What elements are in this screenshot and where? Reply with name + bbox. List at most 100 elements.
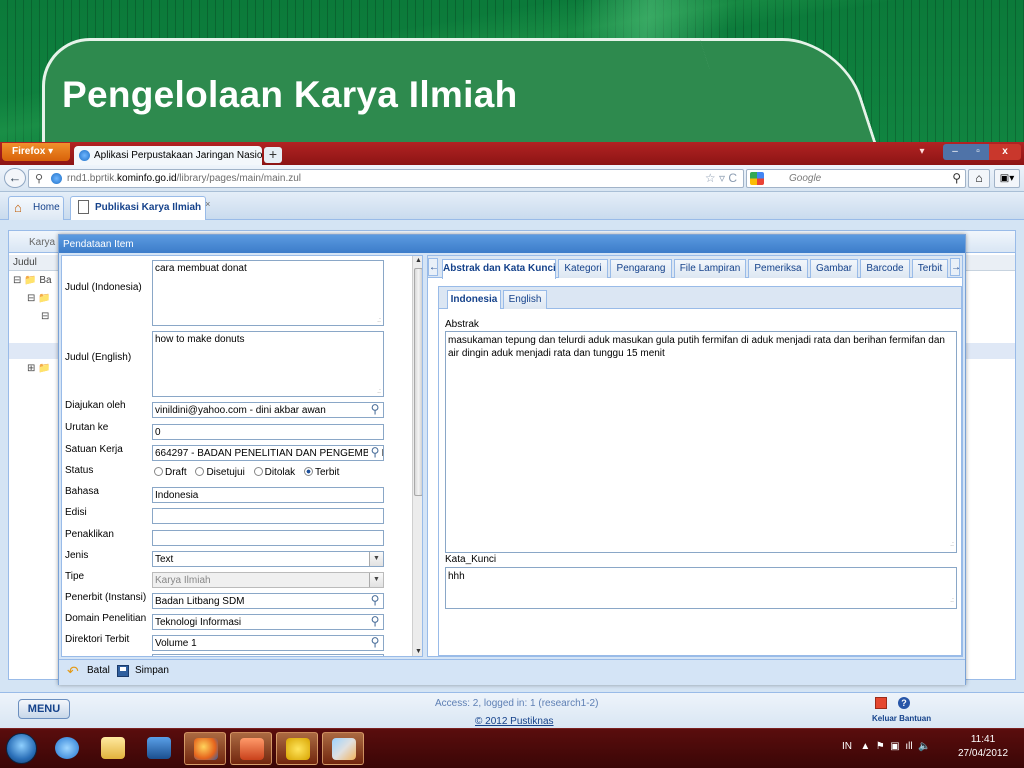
new-tab-button[interactable]: + (264, 147, 282, 163)
radio-disetujui[interactable] (195, 467, 205, 476)
bahasa-input[interactable]: Indonesia (152, 487, 384, 503)
search-icon[interactable]: ⚲ (952, 171, 961, 185)
browser-tab[interactable]: Aplikasi Perpustakaan Jaringan Nasional … (74, 146, 262, 165)
search-input[interactable]: Google ⚲ (746, 169, 966, 188)
judul-indonesia-input[interactable]: cara membuat donat.: (152, 260, 384, 326)
tab-pemeriksa[interactable]: Pemeriksa (748, 259, 808, 278)
tab-home[interactable]: ⌂ Home (8, 196, 64, 220)
bookmark-star-icon[interactable]: ☆ ▿ C (705, 171, 737, 185)
clock-time[interactable]: 11:41 (958, 734, 1008, 745)
tree-node[interactable]: ⊟ 📁 (27, 293, 51, 304)
dialog-footer: ↶ Batal Simpan (59, 659, 965, 685)
field-label: Bahasa (65, 486, 99, 497)
pendataan-item-dialog: Pendataan Item Judul (Indonesia) cara me… (58, 234, 966, 685)
clock-date[interactable]: 27/04/2012 (958, 748, 1008, 759)
minimize-button[interactable]: – (943, 144, 967, 160)
tab-scroll-right-icon[interactable]: → (950, 258, 961, 276)
bookmarks-menu-button[interactable]: ▣▾ (994, 169, 1020, 188)
tab-pengarang[interactable]: Pengarang (610, 259, 672, 278)
resize-grip-icon[interactable]: .: (950, 594, 954, 607)
home-button[interactable]: ⌂ (968, 169, 990, 188)
firefox-menu-button[interactable]: Firefox ▾ (2, 143, 70, 161)
detail-tab-bar: ← Abstrak dan Kata Kunci Kategori Pengar… (428, 256, 962, 279)
penaklikan-input[interactable] (152, 530, 384, 546)
maximize-button[interactable]: ▫ (967, 144, 989, 160)
batal-button[interactable]: ↶ Batal (67, 664, 110, 678)
lookup-search-icon[interactable]: ⚲ (368, 615, 382, 629)
tab-file-lampiran[interactable]: File Lampiran (674, 259, 746, 278)
form-panel: Judul (Indonesia) cara membuat donat.: J… (61, 255, 423, 657)
taskbar-firefox[interactable] (184, 732, 226, 765)
copyright-link[interactable]: © 2012 Pustiknas (475, 716, 554, 727)
tab-indonesia[interactable]: Indonesia (447, 290, 501, 309)
resize-grip-icon[interactable]: .: (377, 317, 381, 324)
language-tab-bar: Indonesia English (439, 287, 961, 309)
next-field-input[interactable] (152, 654, 384, 656)
lookup-search-icon[interactable]: ⚲ (368, 636, 382, 650)
help-icon[interactable]: ? (898, 697, 910, 709)
close-tab-icon[interactable]: × (205, 199, 210, 209)
back-button[interactable]: ← (4, 168, 26, 188)
radio-ditolak[interactable] (253, 467, 263, 476)
field-label: Satuan Kerja (65, 444, 123, 455)
urutan-ke-input[interactable]: 0 (152, 424, 384, 440)
chevron-down-icon[interactable]: ▼ (369, 552, 383, 566)
tab-english[interactable]: English (503, 290, 547, 309)
resize-grip-icon[interactable]: .: (377, 388, 381, 395)
penerbit-input[interactable]: Badan Litbang SDM ⚲ (152, 593, 384, 609)
form-scrollbar[interactable]: ▲ ▼ (412, 256, 422, 656)
lookup-search-icon[interactable]: ⚲ (368, 594, 382, 608)
field-label: Jenis (65, 550, 89, 561)
kata-kunci-textarea[interactable]: hhh.: (445, 567, 957, 609)
jenis-select[interactable]: Text ▼ (152, 551, 384, 567)
taskbar-paint[interactable] (322, 732, 364, 765)
tab-terbit[interactable]: Terbit (912, 259, 948, 278)
lookup-search-icon[interactable]: ⚲ (368, 403, 382, 417)
judul-english-input[interactable]: how to make donuts.: (152, 331, 384, 397)
url-bar[interactable]: ⚲ rnd1.bprtik.kominfo.go.id/library/page… (28, 169, 744, 188)
dialog-body: Judul (Indonesia) cara membuat donat.: J… (61, 255, 963, 657)
taskbar-powerpoint[interactable] (230, 732, 272, 765)
radio-draft[interactable] (154, 467, 163, 476)
tab-list-icon[interactable]: ▾ (916, 144, 928, 160)
field-label: Tipe (65, 571, 85, 582)
scroll-down-icon[interactable]: ▼ (415, 648, 422, 655)
direktori-terbit-input[interactable]: Volume 1 ⚲ (152, 635, 384, 651)
satuan-kerja-input[interactable]: 664297 - BADAN PENELITIAN DAN PENGEMBANG… (152, 445, 384, 461)
tree-node[interactable]: ⊟ 📁 Ba (13, 275, 52, 286)
scrollbar-thumb[interactable] (414, 268, 422, 496)
tab-gambar[interactable]: Gambar (810, 259, 858, 278)
lookup-search-icon[interactable]: ⚲ (368, 446, 382, 460)
simpan-button[interactable]: Simpan (115, 665, 169, 677)
field-label: Edisi (65, 507, 87, 518)
tipe-select: Karya Ilmiah ▼ (152, 572, 384, 588)
radio-terbit[interactable] (303, 467, 313, 476)
abstrak-textarea[interactable]: masukaman tepung dan telurdi aduk masuka… (445, 331, 957, 553)
scroll-up-icon[interactable]: ▲ (415, 257, 422, 264)
close-window-button[interactable]: x (989, 144, 1021, 160)
tab-barcode[interactable]: Barcode (860, 259, 910, 278)
start-button[interactable] (6, 733, 37, 764)
taskbar-explorer[interactable] (92, 732, 134, 765)
taskbar-yahoo-messenger[interactable] (276, 732, 318, 765)
taskbar-ie[interactable] (46, 732, 88, 765)
domain-penelitian-input[interactable]: Teknologi Informasi ⚲ (152, 614, 384, 630)
resize-grip-icon[interactable]: .: (950, 538, 954, 551)
system-tray[interactable]: IN ▲ ⚑ ▣ ıll 🔈 (842, 741, 931, 752)
logout-icon[interactable] (875, 697, 887, 709)
abstrak-label: Abstrak (445, 319, 479, 330)
status-radio-group: Draft Disetujui Ditolak Terbit (154, 467, 345, 478)
tab-publikasi-karya-ilmiah[interactable]: Publikasi Karya Ilmiah × (70, 196, 210, 220)
tab-kategori[interactable]: Kategori (558, 259, 608, 278)
home-icon: ⌂ (14, 200, 22, 215)
edisi-input[interactable] (152, 508, 384, 524)
tab-abstrak-kata-kunci[interactable]: Abstrak dan Kata Kunci (442, 259, 556, 279)
diajukan-oleh-input[interactable]: vinildini@yahoo.com - dini akbar awan ⚲ (152, 402, 384, 418)
media-player-icon (147, 737, 171, 759)
taskbar-media-player[interactable] (138, 732, 180, 765)
tab-scroll-left-icon[interactable]: ← (428, 258, 439, 276)
menu-button[interactable]: MENU (18, 699, 70, 719)
ie-icon (55, 737, 79, 759)
tree-node[interactable]: ⊞ 📁 (27, 363, 51, 374)
tree-node[interactable]: ⊟ (41, 311, 49, 322)
